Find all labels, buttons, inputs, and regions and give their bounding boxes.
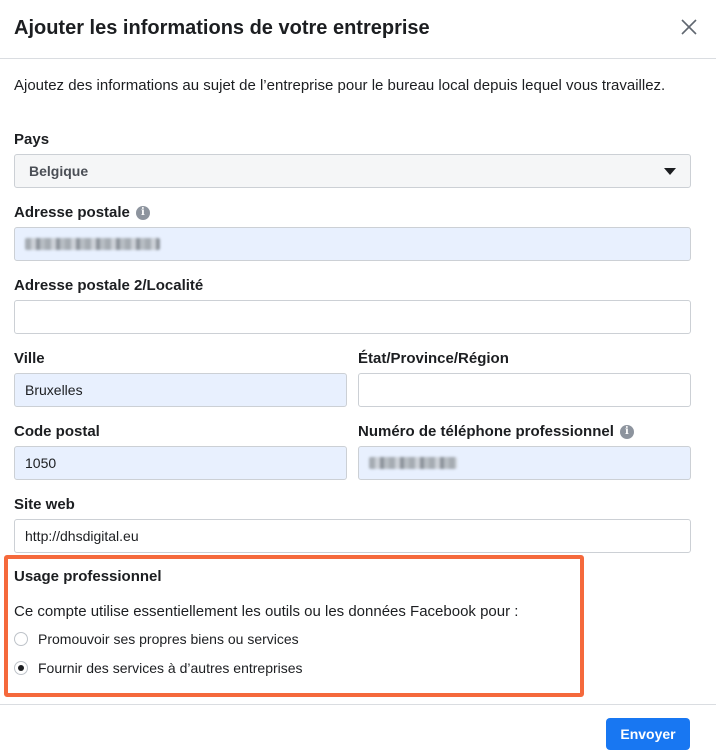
usage-option-label: Fournir des services à d’autres entrepri… bbox=[38, 660, 303, 676]
city-value: Bruxelles bbox=[25, 382, 83, 398]
address-label-text: Adresse postale bbox=[14, 204, 130, 221]
address2-input[interactable] bbox=[14, 300, 691, 334]
website-value: http://dhsdigital.eu bbox=[25, 528, 139, 544]
usage-option-promote[interactable]: Promouvoir ses propres biens ou services bbox=[14, 631, 299, 647]
radio-button[interactable] bbox=[14, 632, 28, 646]
chevron-down-icon bbox=[664, 167, 676, 175]
dialog-header: Ajouter les informations de votre entrep… bbox=[0, 0, 716, 59]
radio-button-checked[interactable] bbox=[14, 661, 28, 675]
submit-button[interactable]: Envoyer bbox=[606, 718, 690, 750]
address2-label-text: Adresse postale 2/Localité bbox=[14, 277, 204, 294]
address2-label: Adresse postale 2/Localité bbox=[14, 277, 203, 294]
postal-code-input[interactable]: 1050 bbox=[14, 446, 347, 480]
postal-code-label-text: Code postal bbox=[14, 423, 100, 440]
close-icon[interactable] bbox=[676, 14, 702, 40]
website-label-text: Site web bbox=[14, 496, 75, 513]
state-label-text: État/Province/Région bbox=[358, 350, 509, 367]
phone-input[interactable] bbox=[358, 446, 691, 480]
state-input[interactable] bbox=[358, 373, 691, 407]
info-icon[interactable]: i bbox=[135, 205, 150, 220]
address-label: Adresse postale i bbox=[14, 204, 150, 221]
city-label-text: Ville bbox=[14, 350, 45, 367]
phone-label-text: Numéro de téléphone professionnel bbox=[358, 423, 614, 440]
footer-divider bbox=[0, 704, 716, 705]
city-label: Ville bbox=[14, 350, 45, 367]
country-label: Pays bbox=[14, 131, 49, 148]
website-label: Site web bbox=[14, 496, 75, 513]
postal-code-label: Code postal bbox=[14, 423, 100, 440]
usage-question: Ce compte utilise essentiellement les ou… bbox=[14, 603, 519, 620]
redacted-phone bbox=[369, 457, 457, 469]
dialog-title: Ajouter les informations de votre entrep… bbox=[14, 17, 430, 39]
city-input[interactable]: Bruxelles bbox=[14, 373, 347, 407]
usage-option-label: Promouvoir ses propres biens ou services bbox=[38, 631, 299, 647]
address-input[interactable] bbox=[14, 227, 691, 261]
state-label: État/Province/Région bbox=[358, 350, 509, 367]
redacted-address bbox=[25, 238, 160, 250]
usage-title: Usage professionnel bbox=[14, 568, 162, 585]
info-icon[interactable]: i bbox=[619, 424, 634, 439]
usage-option-services[interactable]: Fournir des services à d’autres entrepri… bbox=[14, 660, 303, 676]
postal-code-value: 1050 bbox=[25, 455, 57, 471]
website-input[interactable]: http://dhsdigital.eu bbox=[14, 519, 691, 553]
dialog-intro: Ajoutez des informations au sujet de l’e… bbox=[14, 77, 666, 94]
country-value: Belgique bbox=[29, 163, 89, 179]
country-label-text: Pays bbox=[14, 131, 50, 148]
phone-label: Numéro de téléphone professionnel i bbox=[358, 423, 634, 440]
country-select[interactable]: Belgique bbox=[14, 154, 691, 188]
